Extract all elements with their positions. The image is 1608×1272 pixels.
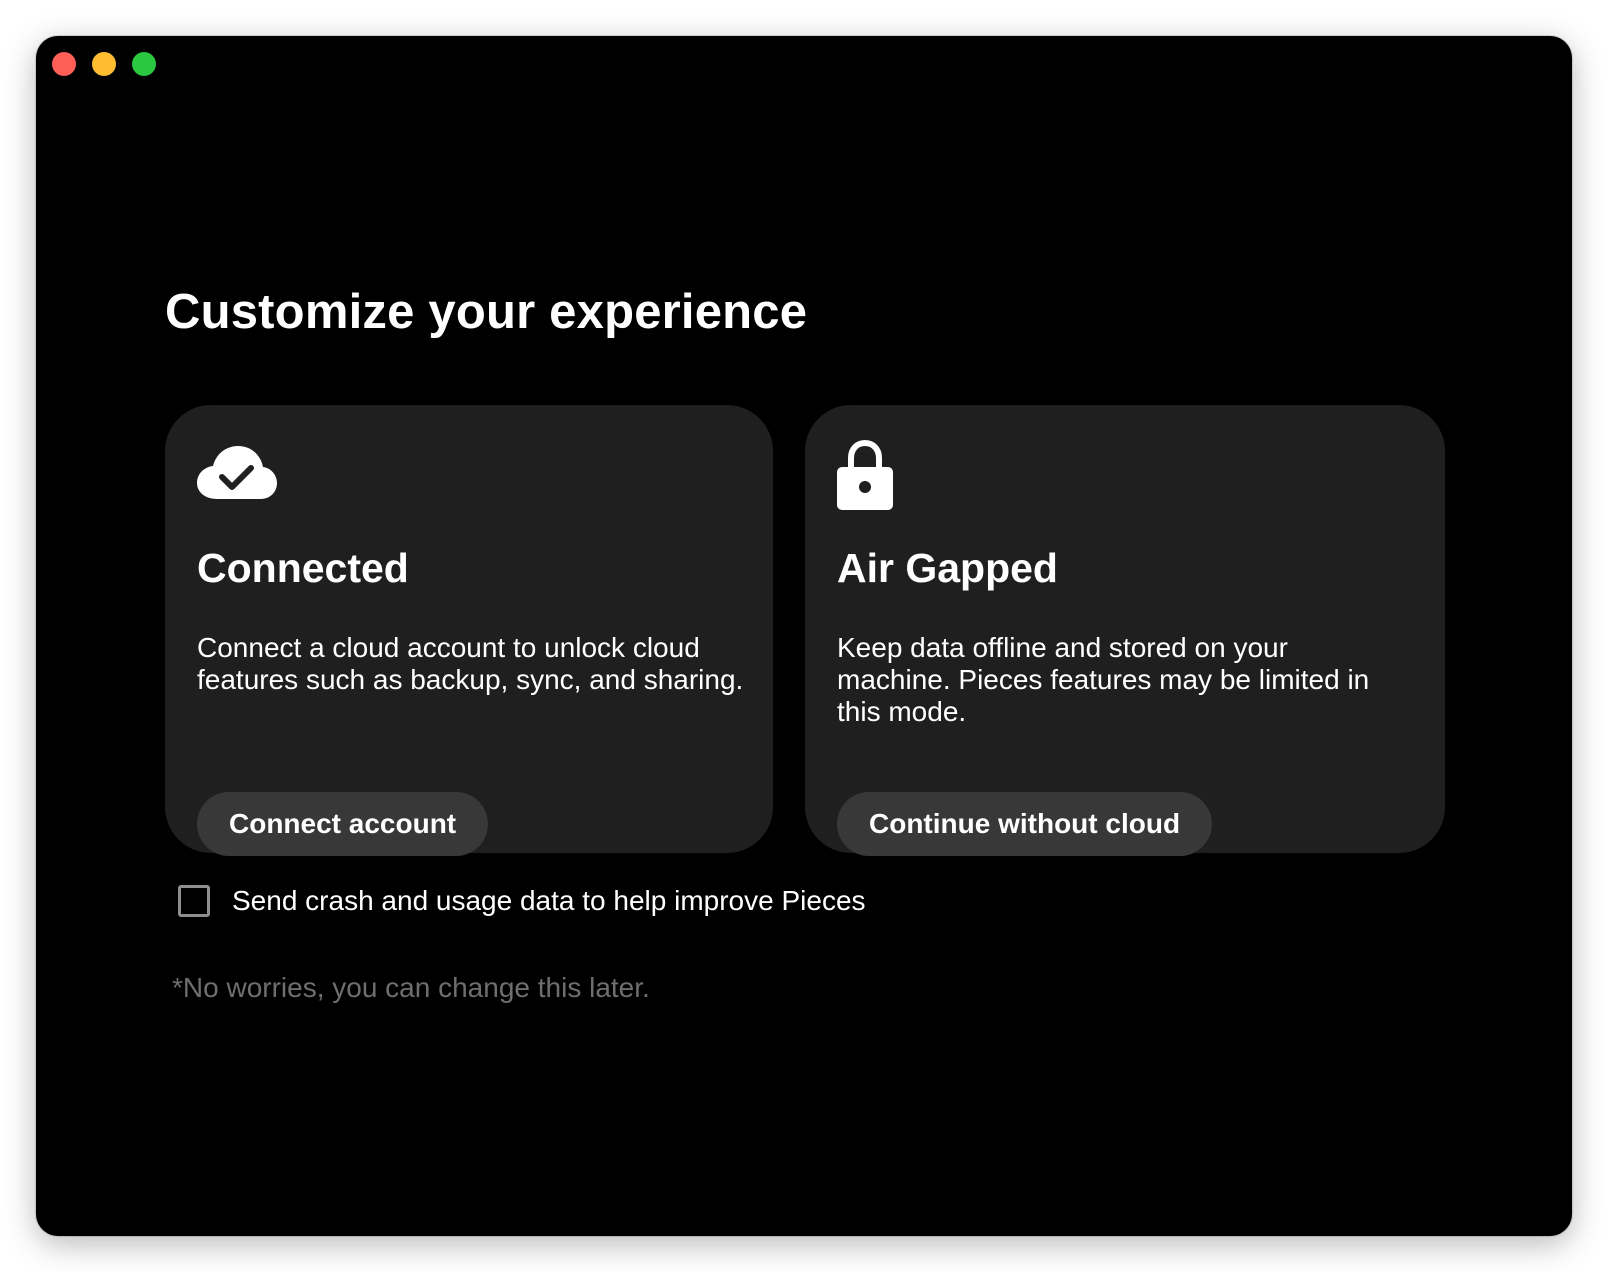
app-window: Customize your experience Connected Conn…	[36, 36, 1572, 1236]
page-title: Customize your experience	[165, 285, 808, 339]
lock-icon	[837, 439, 893, 516]
connected-title: Connected	[197, 545, 409, 591]
footnote: *No worries, you can change this later.	[172, 972, 650, 1003]
maximize-window-button[interactable]	[132, 52, 156, 76]
connected-description: Connect a cloud account to unlock cloud …	[197, 632, 744, 695]
connect-account-button[interactable]: Connect account	[197, 792, 489, 856]
cloud-check-icon	[197, 445, 277, 506]
air-gapped-description: Keep data offline and stored on your mac…	[837, 632, 1370, 727]
close-window-button[interactable]	[52, 52, 76, 76]
air-gapped-title: Air Gapped	[837, 545, 1058, 591]
air-gapped-option-card: Air Gapped Keep data offline and stored …	[805, 405, 1445, 856]
window-controls	[52, 52, 156, 76]
telemetry-option[interactable]: Send crash and usage data to help improv…	[178, 885, 866, 917]
telemetry-label[interactable]: Send crash and usage data to help improv…	[232, 885, 866, 917]
telemetry-checkbox[interactable]	[178, 885, 210, 917]
minimize-window-button[interactable]	[92, 52, 116, 76]
connected-option-card: Connected Connect a cloud account to unl…	[165, 405, 773, 856]
continue-without-cloud-button[interactable]: Continue without cloud	[837, 792, 1213, 856]
